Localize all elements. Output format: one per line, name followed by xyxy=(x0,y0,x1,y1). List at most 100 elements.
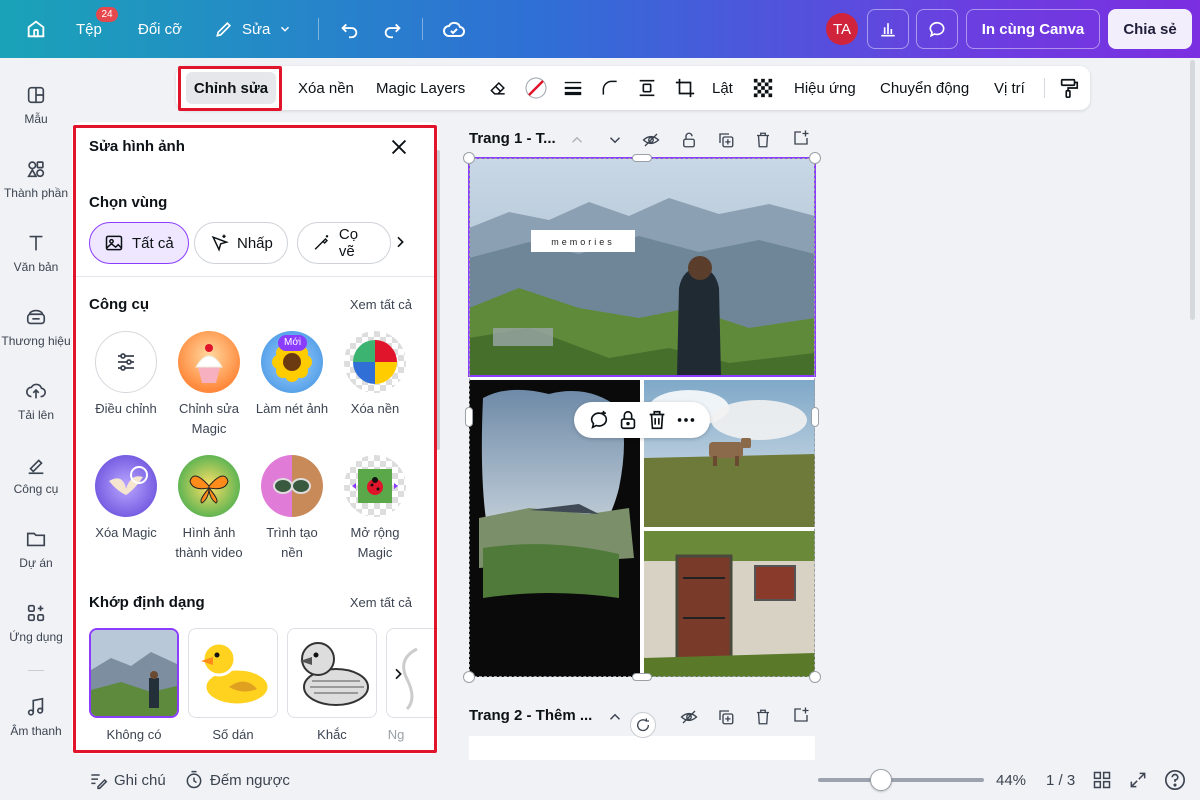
click-select-chip[interactable]: Nhấp xyxy=(194,222,288,264)
rotate-handle[interactable] xyxy=(630,712,656,738)
chevron-down-icon[interactable] xyxy=(606,131,624,149)
undo-button[interactable] xyxy=(338,0,360,58)
flip-button[interactable]: Lật xyxy=(712,66,733,110)
sidebar-item-label: Thương hiệu xyxy=(1,334,71,348)
sidebar-item-audio[interactable]: Âm thanh xyxy=(0,696,72,738)
share-button[interactable]: Chia sẻ xyxy=(1108,9,1192,49)
redo-button[interactable] xyxy=(382,0,404,58)
fullscreen-button[interactable] xyxy=(1128,760,1148,800)
sidebar-item-text[interactable]: Văn bản xyxy=(0,232,72,274)
resize-handle[interactable] xyxy=(809,671,821,683)
magic-layers-button[interactable]: Magic Layers xyxy=(376,66,465,110)
style-sticker-card[interactable] xyxy=(188,628,278,718)
position-button[interactable]: Vị trí xyxy=(994,66,1025,110)
hide-page-icon[interactable] xyxy=(642,131,660,149)
canvas-scrollbar[interactable] xyxy=(1190,60,1195,320)
style-none-card[interactable] xyxy=(89,628,179,718)
add-page-icon[interactable] xyxy=(792,129,810,147)
select-all-chip[interactable]: Tất cả xyxy=(89,222,189,264)
resize-handle[interactable] xyxy=(809,152,821,164)
resize-handle[interactable] xyxy=(463,152,475,164)
sidebar-item-label: Ứng dụng xyxy=(9,630,63,644)
resize-handle[interactable] xyxy=(465,407,473,427)
remove-background-button[interactable]: Xóa nền xyxy=(298,66,354,110)
add-comment-icon[interactable] xyxy=(588,409,610,431)
tool-background-generator[interactable]: Trình tạo nền xyxy=(250,455,334,563)
duplicate-page-icon[interactable] xyxy=(717,708,735,726)
home-button[interactable] xyxy=(22,0,50,58)
tools-icon xyxy=(28,459,44,475)
resize-handle[interactable] xyxy=(632,154,652,162)
close-panel-button[interactable] xyxy=(388,136,410,158)
tool-magic-expand[interactable]: Mở rộng Magic xyxy=(333,455,417,563)
page-2-title[interactable]: Trang 2 - Thêm ... xyxy=(469,707,592,724)
duplicate-page-icon[interactable] xyxy=(717,131,735,149)
copy-style-button[interactable] xyxy=(1058,66,1080,110)
tool-image-to-video[interactable]: Hình ảnh thành video xyxy=(167,455,251,563)
zoom-slider-track[interactable] xyxy=(818,778,984,782)
border-color-button[interactable] xyxy=(524,66,548,110)
add-page-icon[interactable] xyxy=(792,706,810,724)
tool-remove-background[interactable]: Xóa nền xyxy=(333,331,417,419)
page-counter[interactable]: 1 / 3 xyxy=(1046,760,1075,800)
lock-icon[interactable] xyxy=(617,409,639,431)
align-icon xyxy=(639,79,655,97)
trash-icon[interactable] xyxy=(646,409,668,431)
edit-mode-dropdown[interactable]: Sửa xyxy=(214,0,292,58)
panel-scrollbar[interactable] xyxy=(436,150,440,450)
sidebar-item-uploads[interactable]: Tải lên xyxy=(0,380,72,422)
border-style-button[interactable] xyxy=(562,66,584,110)
resize-handle[interactable] xyxy=(632,673,652,681)
tool-enhance[interactable]: Mới Làm nét ảnh xyxy=(250,331,334,419)
comments-button[interactable] xyxy=(916,9,958,49)
corner-radius-button[interactable] xyxy=(600,66,620,110)
trash-icon[interactable] xyxy=(754,131,772,149)
avatar[interactable]: TA xyxy=(826,13,858,45)
tool-adjust[interactable]: Điều chỉnh xyxy=(84,331,168,419)
tool-magic-eraser[interactable]: Xóa Magic xyxy=(84,455,168,543)
timer-button[interactable]: Đếm ngược xyxy=(184,760,290,800)
sidebar-item-projects[interactable]: Dự án xyxy=(0,528,72,570)
page-2-canvas[interactable] xyxy=(469,736,815,760)
hide-page-icon[interactable] xyxy=(680,708,698,726)
tool-magic-edit[interactable]: Chỉnh sửa Magic xyxy=(167,331,251,439)
edit-image-button[interactable]: Chỉnh sửa xyxy=(186,72,276,104)
trash-icon[interactable] xyxy=(754,708,772,726)
notification-badge: 24 xyxy=(96,7,118,22)
resize-handle[interactable] xyxy=(811,407,819,427)
zoom-level[interactable]: 44% xyxy=(996,760,1026,800)
save-status-button[interactable] xyxy=(442,0,466,58)
styles-next-button[interactable] xyxy=(390,666,406,687)
resize-label: Đổi cỡ xyxy=(138,20,183,38)
animate-button[interactable]: Chuyển động xyxy=(880,66,969,110)
chevron-up-icon[interactable] xyxy=(568,131,586,149)
sidebar-item-templates[interactable]: Mẫu xyxy=(0,84,72,126)
brush-select-chip[interactable]: Cọ vẽ xyxy=(297,222,391,264)
crop-button[interactable] xyxy=(674,66,696,110)
help-button[interactable] xyxy=(1164,760,1186,800)
eraser-button[interactable] xyxy=(488,66,508,110)
insights-button[interactable] xyxy=(867,9,909,49)
resize-handle[interactable] xyxy=(463,671,475,683)
sidebar-item-brand[interactable]: Thương hiệu xyxy=(0,306,72,348)
tools-see-all-link[interactable]: Xem tất cả xyxy=(350,297,412,312)
sidebar-item-elements[interactable]: Thành phần xyxy=(0,158,72,200)
style-label: Khắc xyxy=(317,727,347,742)
chevron-up-icon[interactable] xyxy=(606,708,624,726)
sidebar-item-tools[interactable]: Công cụ xyxy=(0,454,72,496)
resize-button[interactable]: Đổi cỡ xyxy=(138,0,182,58)
align-button[interactable] xyxy=(636,66,658,110)
lock-icon[interactable] xyxy=(680,131,698,149)
more-icon[interactable] xyxy=(675,409,697,431)
zoom-slider-thumb[interactable] xyxy=(870,769,893,791)
notes-button[interactable]: Ghi chú xyxy=(88,760,166,800)
grid-view-button[interactable] xyxy=(1092,760,1112,800)
transparency-button[interactable] xyxy=(752,66,774,110)
page-1-title[interactable]: Trang 1 - T... xyxy=(469,130,556,147)
sidebar-item-apps[interactable]: Ứng dụng xyxy=(0,602,72,644)
print-with-canva-button[interactable]: In cùng Canva xyxy=(966,9,1100,49)
styles-see-all-link[interactable]: Xem tất cả xyxy=(350,595,412,610)
style-engraving-card[interactable] xyxy=(287,628,377,718)
effects-button[interactable]: Hiệu ứng xyxy=(794,66,856,110)
chips-next-button[interactable] xyxy=(392,234,408,255)
